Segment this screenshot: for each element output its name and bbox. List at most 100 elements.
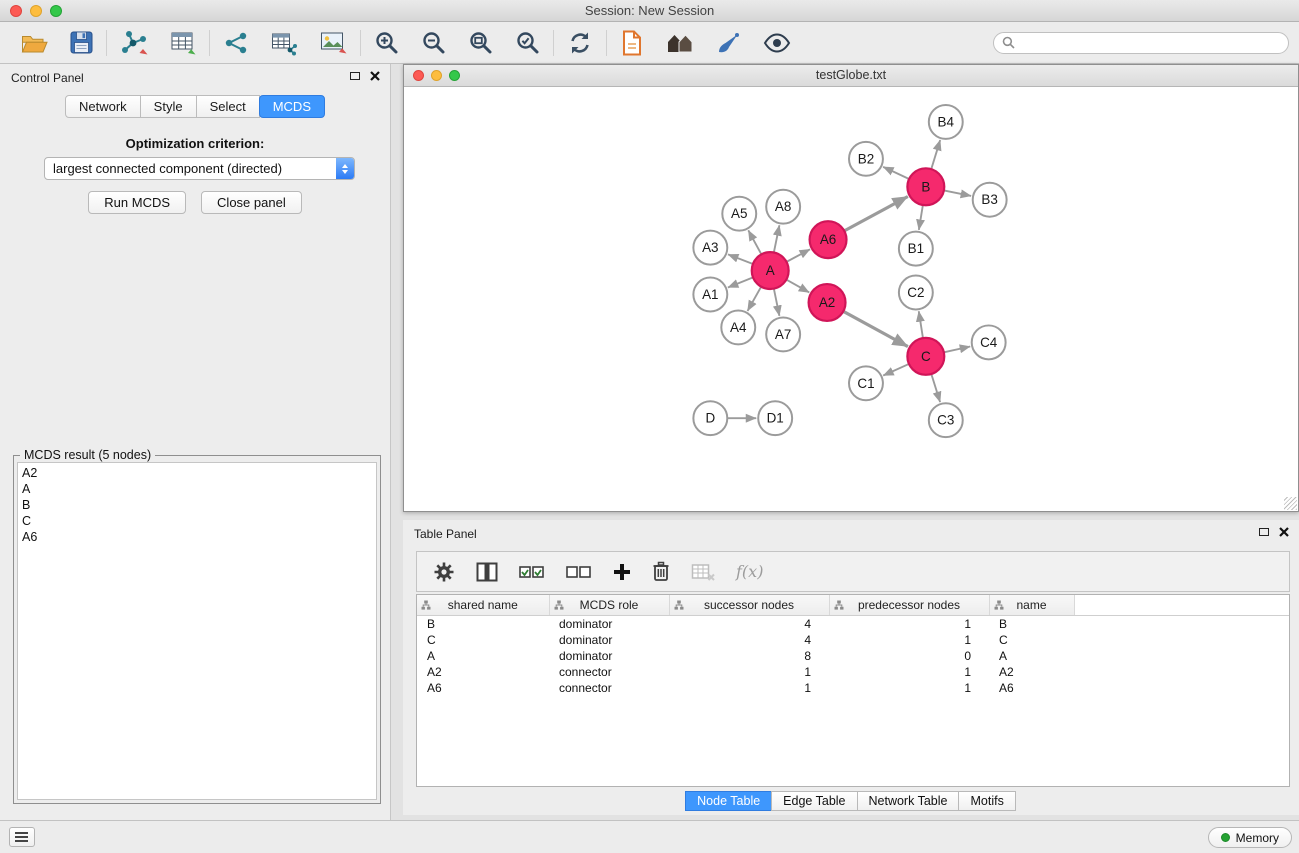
table-row[interactable]: Cdominator41C <box>417 632 1289 648</box>
network-node[interactable]: C2 <box>899 276 933 310</box>
network-edge[interactable] <box>786 249 810 262</box>
zoom-out-button[interactable] <box>421 30 446 55</box>
network-canvas[interactable]: B4 B2 B B3 A5 A8 A6 B1 A3 A C2 A1 A2 A4 A7 C4 C C1 C3 D D1 <box>404 87 1298 511</box>
minimize-window-button[interactable] <box>30 5 42 17</box>
network-node[interactable]: A7 <box>766 317 800 351</box>
network-close-button[interactable] <box>413 70 424 81</box>
column-header[interactable]: shared name <box>417 595 549 616</box>
zoom-selected-button[interactable] <box>515 30 540 55</box>
tab-node-table[interactable]: Node Table <box>685 791 772 811</box>
import-network-button[interactable] <box>120 30 148 55</box>
network-node[interactable]: B3 <box>973 183 1007 217</box>
network-minimize-button[interactable] <box>431 70 442 81</box>
network-edge[interactable] <box>944 347 970 353</box>
network-node[interactable]: B1 <box>899 232 933 266</box>
zoom-fit-button[interactable] <box>468 30 493 55</box>
resize-grip[interactable] <box>1284 497 1297 510</box>
network-node[interactable]: A8 <box>766 190 800 224</box>
column-header[interactable]: name <box>989 595 1074 616</box>
zoom-window-button[interactable] <box>50 5 62 17</box>
network-node[interactable]: D1 <box>758 401 792 435</box>
new-network-button[interactable] <box>223 31 249 55</box>
network-edge[interactable] <box>931 374 940 402</box>
network-node[interactable]: A6 <box>810 221 847 258</box>
new-table-button[interactable] <box>271 30 298 56</box>
table-row[interactable]: A6connector11A6 <box>417 680 1289 696</box>
network-node[interactable]: B <box>907 168 944 205</box>
close-table-panel-icon[interactable] <box>1279 527 1289 537</box>
tab-select[interactable]: Select <box>196 95 260 118</box>
network-edge[interactable] <box>919 205 923 230</box>
network-edge[interactable] <box>774 225 780 252</box>
tab-edge-table[interactable]: Edge Table <box>771 791 857 811</box>
network-edge[interactable] <box>919 311 923 338</box>
column-header[interactable]: predecessor nodes <box>829 595 989 616</box>
network-edge[interactable] <box>728 277 753 287</box>
optimization-criterion-select[interactable]: largest connected component (directed) <box>44 157 355 180</box>
table-row[interactable]: Bdominator41B <box>417 616 1289 633</box>
memory-button[interactable]: Memory <box>1208 827 1292 848</box>
network-edge[interactable] <box>843 311 908 346</box>
run-mcds-button[interactable]: Run MCDS <box>88 191 186 214</box>
table-settings-button[interactable] <box>433 561 455 583</box>
tab-style[interactable]: Style <box>140 95 197 118</box>
column-header[interactable]: MCDS role <box>549 595 669 616</box>
open-file-button[interactable] <box>21 31 48 54</box>
function-builder-button[interactable]: f(x) <box>736 562 763 581</box>
refresh-button[interactable] <box>567 31 593 55</box>
network-node[interactable]: D <box>693 401 727 435</box>
network-node[interactable]: C1 <box>849 366 883 400</box>
network-edge[interactable] <box>883 364 909 376</box>
snapshot-button[interactable] <box>620 30 644 56</box>
close-panel-icon[interactable] <box>370 71 380 81</box>
show-columns-button[interactable] <box>476 562 498 582</box>
network-edge[interactable] <box>931 140 940 169</box>
float-table-panel-button[interactable] <box>1259 528 1269 536</box>
export-image-button[interactable] <box>320 31 347 54</box>
network-node[interactable]: A5 <box>722 197 756 231</box>
network-node[interactable]: A <box>752 252 789 289</box>
network-node[interactable]: B4 <box>929 105 963 139</box>
network-edge[interactable] <box>748 230 761 254</box>
show-hide-button[interactable] <box>763 33 791 53</box>
delete-table-button[interactable] <box>691 563 715 581</box>
first-neighbors-button[interactable] <box>666 31 694 54</box>
network-edge[interactable] <box>774 289 780 316</box>
annotation-button[interactable] <box>716 31 741 55</box>
tab-mcds[interactable]: MCDS <box>259 95 325 118</box>
network-edge[interactable] <box>883 167 909 179</box>
table-row[interactable]: A2connector11A2 <box>417 664 1289 680</box>
select-all-button[interactable] <box>519 564 545 580</box>
network-node[interactable]: C <box>907 338 944 375</box>
column-header[interactable]: successor nodes <box>669 595 829 616</box>
tab-motifs[interactable]: Motifs <box>958 791 1015 811</box>
close-panel-button[interactable]: Close panel <box>201 191 302 214</box>
mcds-result-list[interactable]: A2ABCA6 <box>17 462 377 800</box>
deselect-all-button[interactable] <box>566 564 592 580</box>
network-edge[interactable] <box>748 287 762 311</box>
network-node[interactable]: A4 <box>721 310 755 344</box>
network-node[interactable]: B2 <box>849 142 883 176</box>
network-edge[interactable] <box>944 190 971 196</box>
table-row[interactable]: Adominator80A <box>417 648 1289 664</box>
network-zoom-button[interactable] <box>449 70 460 81</box>
save-session-button[interactable] <box>70 31 93 54</box>
tab-network-table[interactable]: Network Table <box>857 791 960 811</box>
network-node[interactable]: C3 <box>929 403 963 437</box>
network-node[interactable]: C4 <box>972 325 1006 359</box>
delete-column-button[interactable] <box>652 561 670 582</box>
network-node[interactable]: A2 <box>809 284 846 321</box>
network-node[interactable]: A1 <box>693 278 727 312</box>
panel-list-button[interactable] <box>9 827 35 847</box>
tab-network[interactable]: Network <box>65 95 141 118</box>
close-window-button[interactable] <box>10 5 22 17</box>
network-window-titlebar[interactable]: testGlobe.txt <box>404 65 1298 87</box>
network-node[interactable]: A3 <box>693 231 727 265</box>
network-edge[interactable] <box>844 196 908 230</box>
search-input[interactable] <box>1020 35 1280 51</box>
zoom-in-button[interactable] <box>374 30 399 55</box>
import-table-button[interactable] <box>170 30 196 55</box>
add-column-button[interactable] <box>613 563 631 581</box>
float-panel-button[interactable] <box>350 72 360 80</box>
network-edge[interactable] <box>786 280 809 293</box>
